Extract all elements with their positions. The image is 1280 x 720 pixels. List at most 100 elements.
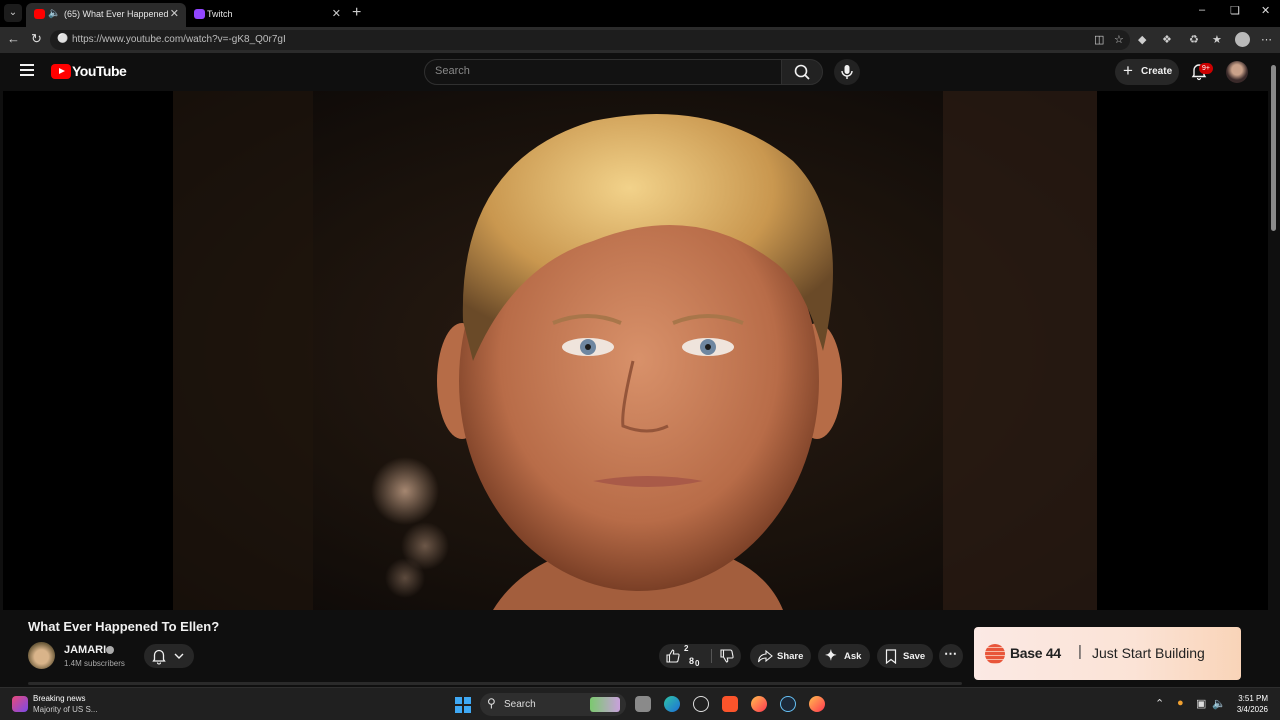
video-player[interactable]	[3, 91, 1268, 610]
windows-start-icon[interactable]	[455, 697, 471, 713]
share-button[interactable]: Share	[750, 644, 811, 668]
speaker-icon[interactable]: 🔈	[48, 3, 60, 25]
clock-time: 3:51 PM	[1238, 694, 1268, 703]
news-subtitle[interactable]: Majority of US S...	[33, 705, 97, 714]
channel-avatar[interactable]	[28, 642, 55, 669]
youtube-favicon-icon	[34, 9, 45, 19]
like-count-top: 2	[684, 644, 689, 653]
search-highlight-icon	[590, 697, 620, 712]
extensions-puzzle-icon[interactable]: ❖	[1162, 33, 1172, 46]
tab-list-dropdown[interactable]: ⌄	[4, 4, 22, 22]
browser-toolbar: ← ↻ ⚪ https://www.youtube.com/watch?v=-g…	[0, 27, 1280, 53]
firefox-dev-icon[interactable]	[809, 696, 825, 712]
extension-icon[interactable]: ◆	[1138, 33, 1146, 46]
edge-browser-icon[interactable]	[664, 696, 680, 712]
close-tab-icon[interactable]: ✕	[170, 3, 179, 25]
close-tab-icon[interactable]: ✕	[332, 3, 341, 25]
account-avatar[interactable]	[1226, 61, 1248, 83]
verified-badge-icon	[106, 646, 114, 654]
browser-tab-strip: ⌄ 🔈 (65) What Ever Happened To E ✕ Twitc…	[0, 0, 1280, 27]
app-available-icon[interactable]: ◫	[1094, 33, 1104, 46]
dislike-button[interactable]	[713, 644, 741, 668]
browser-essentials-icon[interactable]: ♻	[1189, 33, 1199, 46]
system-clock[interactable]: 3:51 PM 3/4/2026	[1228, 693, 1268, 715]
tab-twitch[interactable]: Twitch ✕	[188, 3, 348, 27]
site-info-icon[interactable]: ⚪	[57, 33, 68, 44]
network-icon[interactable]: ▣	[1196, 697, 1206, 710]
new-tab-button[interactable]: +	[352, 3, 361, 23]
show-hidden-icons-chevron-up-icon[interactable]: ⌃	[1155, 697, 1164, 710]
taskbar-search-placeholder: Search	[504, 699, 536, 710]
close-window-icon[interactable]: ✕	[1261, 4, 1270, 17]
ask-label: Ask	[844, 651, 862, 662]
minimize-icon[interactable]: –	[1199, 4, 1205, 16]
search-icon	[794, 64, 810, 80]
notifications-badge: 9+	[1199, 63, 1213, 74]
news-title[interactable]: Breaking news	[33, 694, 85, 703]
search-icon: ⚲	[487, 696, 496, 710]
scrollbar-thumb[interactable]	[1271, 65, 1276, 231]
youtube-header: YouTube Search + Create	[0, 53, 1268, 91]
like-count-sub: 0	[695, 659, 700, 668]
more-actions-button[interactable]: ⋯	[939, 644, 963, 668]
share-label: Share	[777, 651, 804, 662]
save-button[interactable]: Save	[877, 644, 933, 668]
microphone-tray-icon[interactable]: ●	[1177, 697, 1184, 709]
chatgpt-icon[interactable]	[693, 696, 709, 712]
search-placeholder: Search	[435, 65, 470, 77]
restore-icon[interactable]: ❏	[1230, 4, 1240, 17]
back-icon[interactable]: ←	[7, 31, 20, 46]
chevron-down-icon	[174, 653, 184, 659]
youtube-logo-text[interactable]: YouTube	[72, 63, 127, 79]
save-label: Save	[903, 651, 926, 662]
favorites-icon[interactable]: ★	[1212, 33, 1222, 46]
like-dislike-group: 2 8 0	[659, 644, 741, 668]
like-divider	[711, 649, 712, 663]
channel-name[interactable]: JAMARI	[64, 644, 106, 656]
taskbar-search-input[interactable]: ⚲ Search	[480, 693, 626, 716]
like-count-bottom: 8	[689, 656, 695, 666]
microphone-icon	[841, 65, 853, 79]
create-label: Create	[1141, 66, 1173, 77]
ad-banner[interactable]: Base 44 | Just Start Building	[974, 627, 1241, 680]
volume-icon[interactable]: 🔈	[1212, 697, 1226, 710]
tab-title: Twitch	[207, 9, 233, 19]
video-frame[interactable]	[173, 91, 1097, 610]
more-horizontal-icon: ⋯	[944, 646, 957, 661]
thumbs-up-icon	[666, 649, 680, 663]
video-still-image	[173, 91, 1097, 610]
search-button[interactable]	[781, 59, 823, 85]
page-scrollbar[interactable]	[1268, 53, 1280, 687]
url-text[interactable]: https://www.youtube.com/watch?v=-gK8_Q0r…	[72, 34, 286, 45]
description-box-edge	[28, 682, 962, 685]
ask-button[interactable]: ✦ Ask	[818, 644, 870, 668]
bell-icon	[152, 649, 166, 665]
tab-youtube[interactable]: 🔈 (65) What Ever Happened To E ✕	[26, 3, 186, 27]
news-widget-icon[interactable]	[12, 696, 28, 712]
firefox-icon[interactable]	[751, 696, 767, 712]
youtube-logo-icon[interactable]	[51, 64, 71, 79]
profile-icon[interactable]	[1235, 32, 1250, 47]
ad-brand: Base 44	[1010, 645, 1061, 661]
thumbs-down-icon	[720, 649, 734, 663]
favorite-star-icon[interactable]: ☆	[1114, 33, 1124, 46]
more-options-icon[interactable]: ⋯	[1261, 33, 1272, 46]
address-bar[interactable]: ⚪ https://www.youtube.com/watch?v=-gK8_Q…	[50, 30, 1130, 50]
ad-separator: |	[1078, 643, 1082, 660]
twitch-favicon-icon	[194, 9, 205, 19]
menu-icon[interactable]	[20, 64, 34, 76]
like-button[interactable]: 2 8 0	[659, 644, 709, 668]
brave-browser-icon[interactable]	[722, 696, 738, 712]
subscriber-count: 1.4M subscribers	[64, 659, 125, 668]
windows-taskbar: Breaking news Majority of US S... ⚲ Sear…	[0, 687, 1280, 720]
sparkle-icon: ✦	[825, 647, 837, 663]
file-explorer-icon[interactable]	[635, 696, 651, 712]
plus-icon: +	[1123, 61, 1133, 80]
subscribed-notifications-button[interactable]	[144, 644, 194, 668]
steam-icon[interactable]	[780, 696, 796, 712]
search-input[interactable]: Search	[424, 59, 782, 85]
create-button[interactable]: + Create	[1115, 59, 1179, 85]
voice-search-button[interactable]	[834, 59, 860, 85]
refresh-icon[interactable]: ↻	[31, 31, 42, 47]
bookmark-icon	[885, 649, 897, 664]
